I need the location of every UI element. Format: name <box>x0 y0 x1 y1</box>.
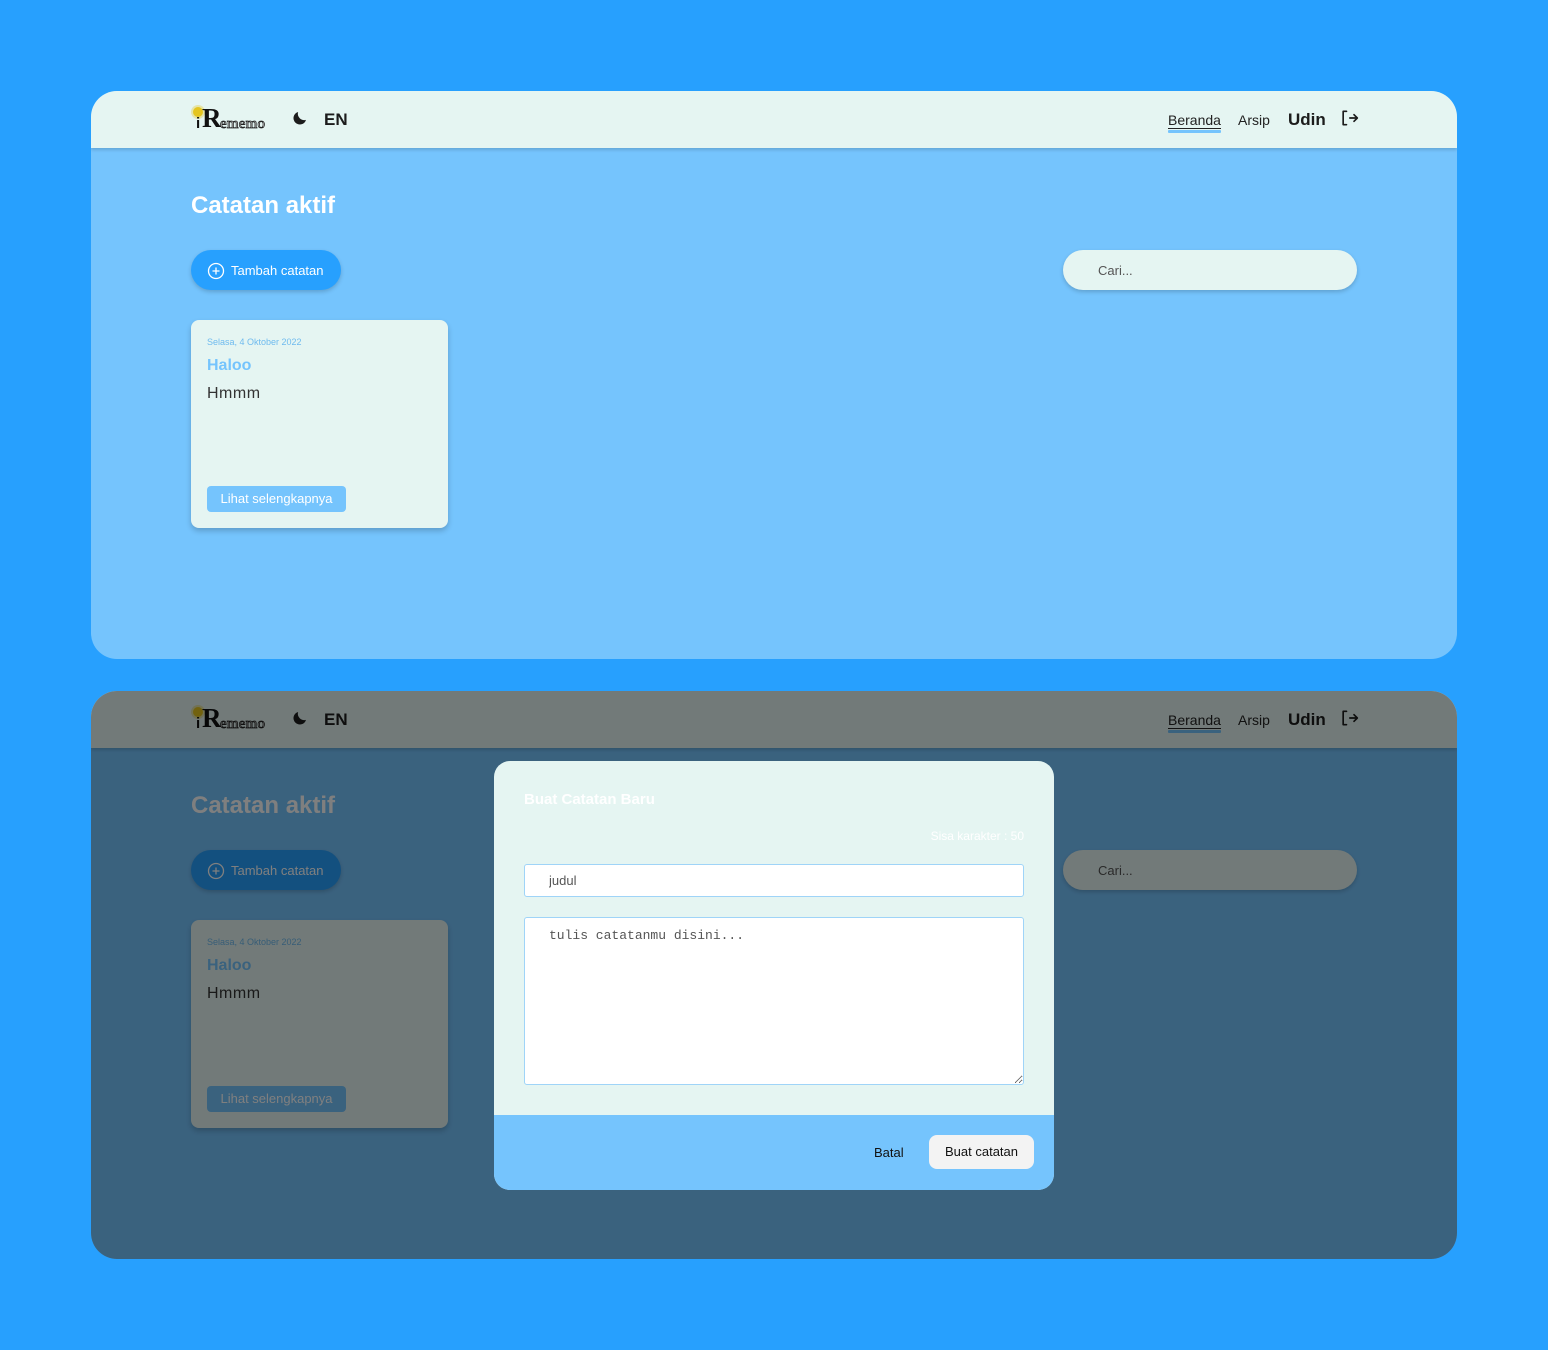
note-card: Selasa, 4 Oktober 2022 Haloo Hmmm Lihat … <box>191 320 448 528</box>
note-body: Hmmm <box>207 385 261 402</box>
modal-footer: Batal Buat catatan <box>494 1115 1054 1190</box>
view-more-button[interactable]: Lihat selengkapnya <box>207 486 346 512</box>
create-note-modal: Buat Catatan Baru Sisa karakter : 50 Bat… <box>494 761 1054 1190</box>
add-note-label: Tambah catatan <box>231 263 324 278</box>
search-input[interactable]: Cari... <box>1063 250 1357 290</box>
cancel-button[interactable]: Batal <box>874 1145 904 1160</box>
char-count: Sisa karakter : 50 <box>930 829 1024 843</box>
note-date: Selasa, 4 Oktober 2022 <box>207 337 302 347</box>
app-header: i R ememo EN Beranda Arsip Udin <box>91 91 1457 148</box>
search-placeholder: Cari... <box>1098 263 1133 278</box>
plus-circle-icon <box>207 262 225 280</box>
moon-icon[interactable] <box>291 109 309 127</box>
language-toggle[interactable]: EN <box>324 110 348 130</box>
add-note-button[interactable]: Tambah catatan <box>191 250 341 290</box>
modal-title: Buat Catatan Baru <box>524 791 655 808</box>
user-name: Udin <box>1288 110 1326 129</box>
note-body-textarea[interactable] <box>524 917 1024 1085</box>
note-title-input[interactable] <box>524 864 1024 897</box>
app-logo[interactable]: i R ememo <box>191 105 275 135</box>
nav-archive-link[interactable]: Arsip <box>1238 112 1270 128</box>
home-screen-with-modal: i R ememo EN Beranda Arsip Udin Catatan … <box>91 691 1457 1259</box>
page-title: Catatan aktif <box>191 192 336 219</box>
home-screen: i R ememo EN Beranda Arsip Udin Catatan … <box>91 91 1457 659</box>
nav-home-link[interactable]: Beranda <box>1168 112 1221 133</box>
note-title[interactable]: Haloo <box>207 357 251 375</box>
nav-home-label: Beranda <box>1168 112 1221 129</box>
logout-icon[interactable] <box>1339 108 1359 128</box>
create-note-button[interactable]: Buat catatan <box>929 1135 1034 1169</box>
